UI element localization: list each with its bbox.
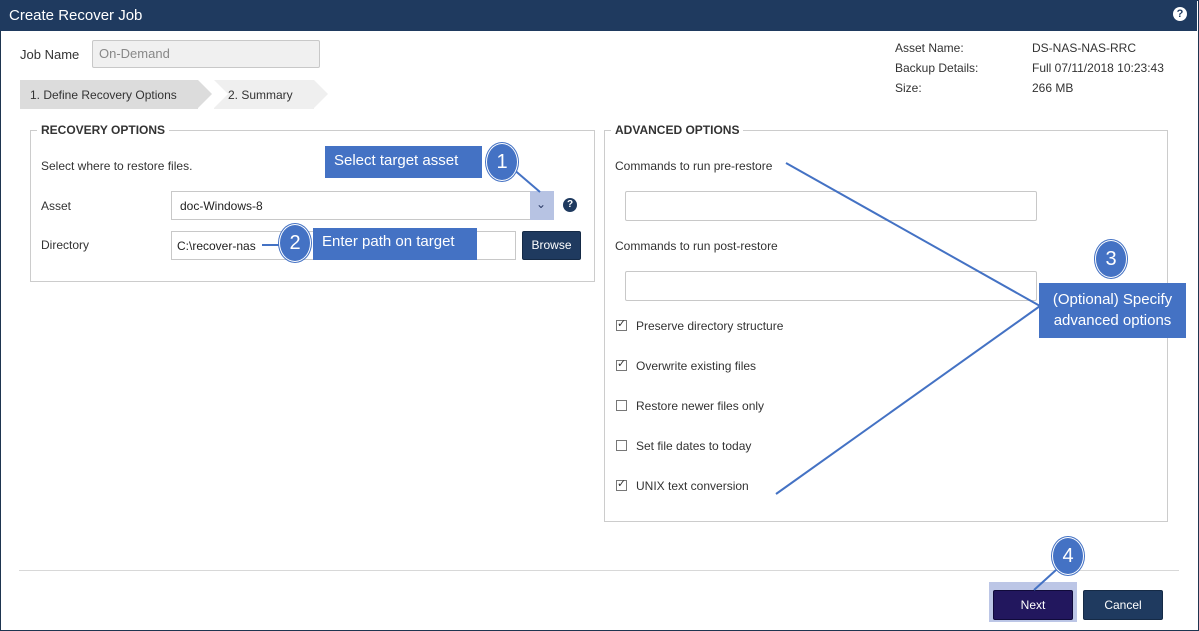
asset-dropdown-button[interactable]: ⌄ — [530, 191, 554, 220]
option-label: Overwrite existing files — [636, 359, 757, 373]
directory-label: Directory — [41, 238, 90, 252]
advanced-options-legend: ADVANCED OPTIONS — [611, 123, 744, 137]
callout-number-4: 4 — [1052, 537, 1084, 575]
option-label: Set file dates to today — [636, 439, 752, 453]
check-icon: ✓ — [617, 358, 627, 370]
asset-name-label: Asset Name: — [895, 41, 964, 55]
backup-details-label: Backup Details: — [895, 61, 979, 75]
callout-number-1: 1 — [486, 143, 518, 181]
checkbox-overwrite-existing[interactable]: ✓ — [616, 358, 627, 371]
check-icon: ✓ — [617, 318, 627, 330]
option-label: Preserve directory structure — [636, 319, 784, 333]
pre-restore-input[interactable] — [625, 191, 1037, 221]
chevron-down-icon: ⌄ — [536, 197, 547, 211]
step-label: 2. Summary — [228, 88, 293, 102]
help-icon[interactable]: ? — [1173, 7, 1187, 21]
browse-button[interactable]: Browse — [522, 231, 581, 260]
callout-advanced-options: (Optional) Specify advanced options — [1039, 283, 1186, 338]
step-define-recovery-options[interactable]: 1. Define Recovery Options — [20, 80, 212, 109]
cancel-button[interactable]: Cancel — [1083, 590, 1163, 620]
asset-select[interactable]: doc-Windows-8 — [171, 191, 554, 220]
backup-details-value: Full 07/11/2018 10:23:43 — [1032, 61, 1164, 75]
asset-label: Asset — [41, 199, 72, 213]
title-bar: Create Recover Job ? — [0, 0, 1197, 31]
checkbox-unix-text[interactable]: ✓ — [616, 478, 627, 491]
option-label: Restore newer files only — [636, 399, 765, 413]
check-icon: ✓ — [617, 478, 627, 490]
callout-select-target-asset: Select target asset — [325, 146, 482, 178]
job-name-label: Job Name — [20, 47, 80, 62]
job-name-input[interactable]: On-Demand — [92, 40, 320, 68]
callout-number-3: 3 — [1095, 240, 1127, 278]
size-label: Size: — [895, 81, 922, 95]
checkbox-preserve-directory[interactable]: ✓ — [616, 318, 627, 331]
dialog-title: Create Recover Job — [9, 7, 143, 24]
asset-select-value: doc-Windows-8 — [180, 199, 263, 213]
callout-number-2: 2 — [279, 224, 311, 262]
checkbox-set-file-dates[interactable] — [616, 440, 627, 451]
pre-restore-label: Commands to run pre-restore — [615, 159, 773, 173]
callout-enter-path: Enter path on target — [313, 228, 477, 260]
directory-input-value: C:\recover-nas — [177, 239, 256, 253]
footer-divider — [19, 570, 1179, 571]
asset-help-icon[interactable]: ? — [563, 198, 577, 212]
post-restore-label: Commands to run post-restore — [615, 239, 778, 253]
recovery-hint: Select where to restore files. — [41, 159, 193, 173]
next-button[interactable]: Next — [993, 590, 1073, 620]
option-label: UNIX text conversion — [636, 479, 749, 493]
size-value: 266 MB — [1032, 81, 1074, 95]
asset-name-value: DS-NAS-NAS-RRC — [1032, 41, 1137, 55]
step-label: 1. Define Recovery Options — [30, 88, 177, 102]
recovery-options-legend: RECOVERY OPTIONS — [37, 123, 170, 137]
post-restore-input[interactable] — [625, 271, 1037, 301]
checkbox-restore-newer[interactable] — [616, 400, 627, 411]
step-summary[interactable]: 2. Summary — [214, 80, 328, 109]
